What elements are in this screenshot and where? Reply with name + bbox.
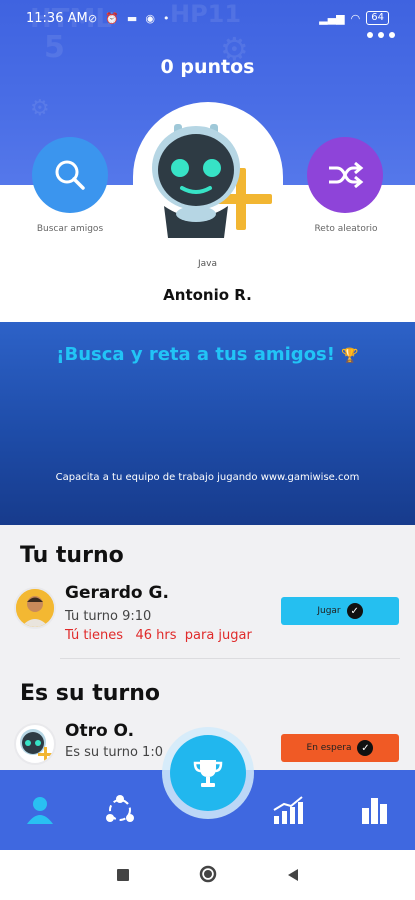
decor-gear: ⚙ <box>30 96 50 121</box>
settings-status-icon: ⊘ <box>88 12 98 25</box>
person-photo <box>16 589 54 627</box>
back-icon[interactable] <box>286 867 300 886</box>
notification-icons: ⊘ ⏰ ▬ ◉ • <box>88 12 169 25</box>
ranking-fab-button[interactable] <box>170 735 246 811</box>
robot-avatar-small <box>20 729 52 761</box>
check-icon: ✓ <box>346 603 363 619</box>
network-icon <box>106 795 134 822</box>
promo-banner[interactable]: ¡Busca y reta a tus amigos! 🏆 Capacita a… <box>0 322 415 525</box>
random-challenge-label[interactable]: Reto aleatorio <box>286 224 406 234</box>
search-friends-label[interactable]: Buscar amigos <box>10 224 130 234</box>
trophy-icon: 🏆 <box>341 348 359 364</box>
divider <box>60 658 400 659</box>
nav-friends[interactable] <box>100 790 140 830</box>
your-turn-title: Tu turno <box>20 543 124 568</box>
overflow-menu-icon[interactable] <box>367 32 395 38</box>
avatar <box>14 723 56 765</box>
banner-subtitle: Capacita a tu equipo de trabajo jugando … <box>55 472 360 483</box>
system-nav-bar <box>0 850 415 900</box>
home-icon[interactable] <box>199 865 217 887</box>
robot-avatar[interactable] <box>140 110 280 250</box>
turn-info: Es su turno 1:0 <box>65 745 163 760</box>
more-status-icon: • <box>162 12 170 25</box>
time-warning: Tú tienes 46 hrs para jugar <box>65 628 252 643</box>
search-icon <box>55 160 85 190</box>
nav-leaderboard[interactable] <box>355 790 395 830</box>
search-friends-button[interactable] <box>32 137 108 213</box>
message-status-icon: ▬ <box>126 12 138 25</box>
warning-hours: 46 hrs <box>135 628 177 643</box>
random-challenge-button[interactable] <box>307 137 383 213</box>
turn-info: Tu turno 9:10 <box>65 609 152 624</box>
banner-title-text: ¡Busca y reta a tus amigos! <box>56 344 335 365</box>
shuffle-icon <box>329 161 364 189</box>
growth-chart-icon <box>273 796 303 824</box>
warning-prefix: Tú tienes <box>65 628 124 643</box>
alarm-status-icon: ⏰ <box>105 12 119 25</box>
app-status-icon: ◉ <box>145 12 155 25</box>
play-button-label: Jugar <box>317 606 341 616</box>
player-name[interactable]: Otro O. <box>65 721 134 741</box>
battery-icon: 64 <box>366 11 389 25</box>
points-counter: 0 puntos <box>160 56 255 78</box>
recent-apps-icon[interactable] <box>116 867 130 886</box>
check-icon: ✓ <box>357 740 374 756</box>
wifi-icon: ◠ <box>350 11 361 25</box>
their-turn-title: Es su turno <box>20 681 161 706</box>
user-icon <box>27 797 53 824</box>
waiting-button-label: En espera <box>306 743 352 753</box>
warning-suffix: para jugar <box>184 628 252 643</box>
trophy-icon <box>193 760 223 787</box>
status-bar: 11:36 AM ⊘ ⏰ ▬ ◉ • ▂▄▆ ◠ 64 <box>0 0 415 36</box>
avatar <box>14 587 56 629</box>
avatar-language-tag: Java <box>197 259 217 269</box>
player-name[interactable]: Gerardo G. <box>65 583 169 603</box>
status-right: ▂▄▆ ◠ 64 <box>319 11 389 25</box>
bar-chart-icon <box>362 798 387 824</box>
play-button[interactable]: Jugar ✓ <box>281 597 399 625</box>
user-name: Antonio R. <box>163 286 252 304</box>
nav-progress[interactable] <box>268 790 308 830</box>
nav-profile[interactable] <box>20 790 60 830</box>
signal-icon: ▂▄▆ <box>319 11 345 25</box>
banner-title: ¡Busca y reta a tus amigos! 🏆 <box>0 344 415 365</box>
status-time: 11:36 AM <box>26 11 88 26</box>
waiting-button[interactable]: En espera ✓ <box>281 734 399 762</box>
